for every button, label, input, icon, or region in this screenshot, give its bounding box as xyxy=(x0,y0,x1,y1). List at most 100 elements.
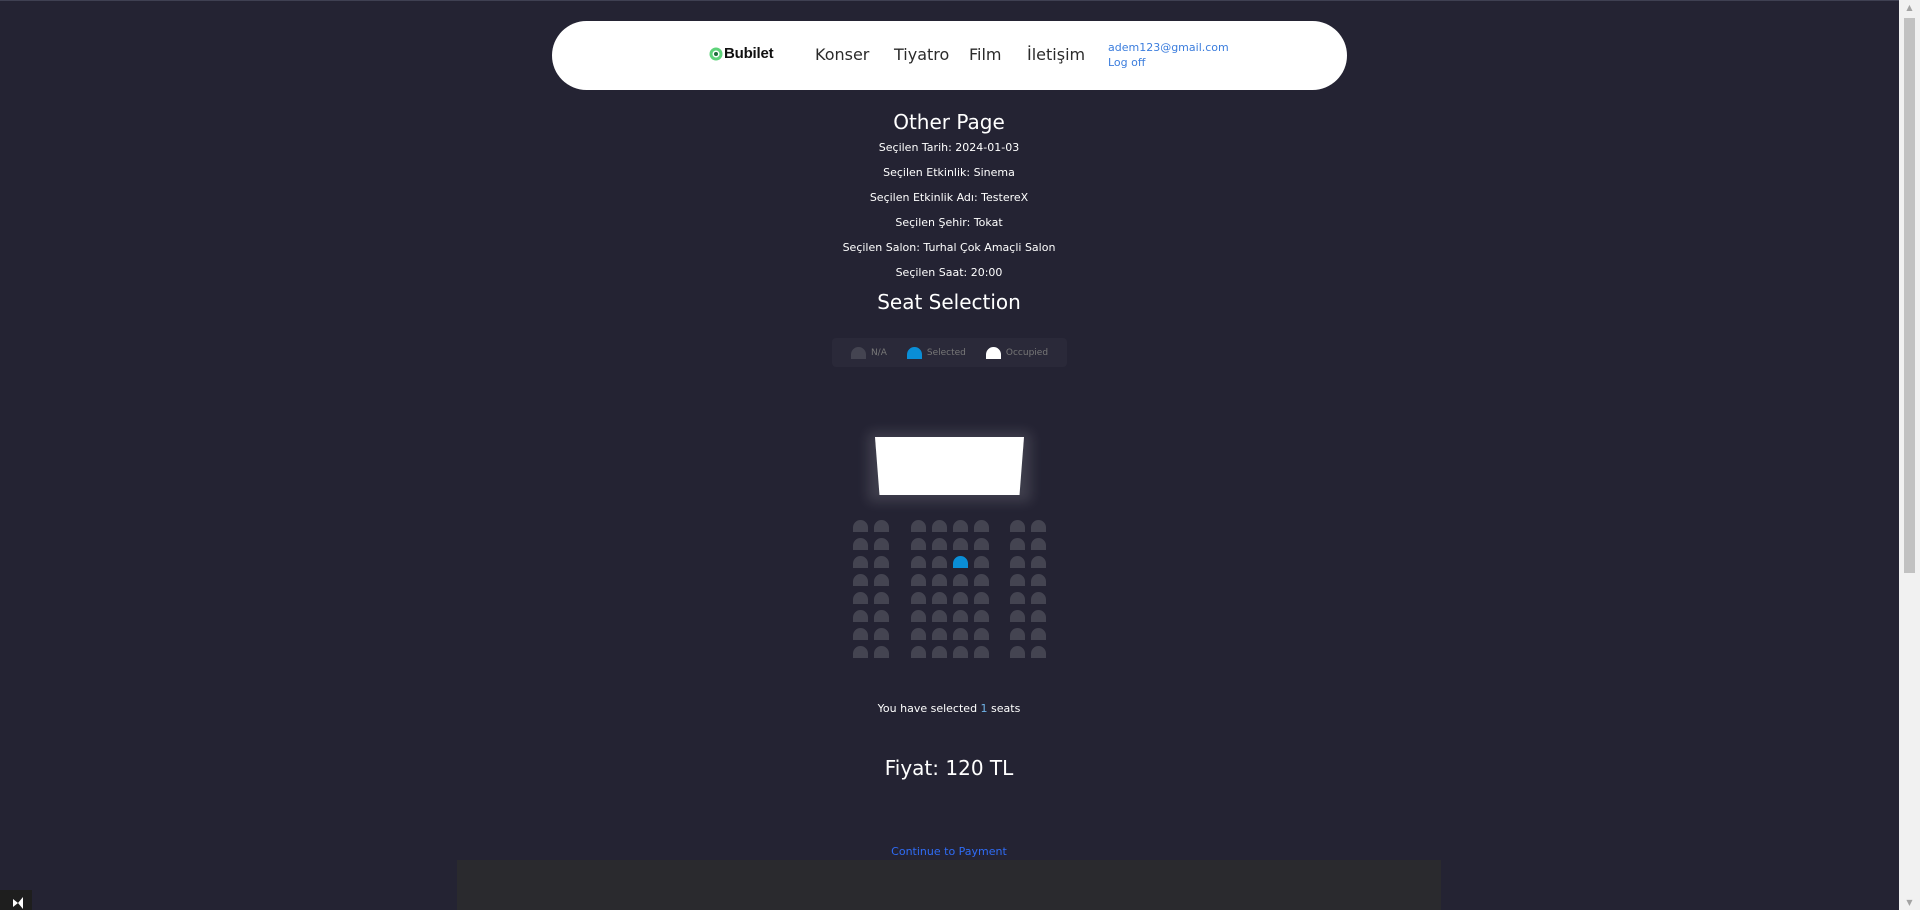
seat-r8-c5[interactable] xyxy=(953,646,968,658)
selected-text-suffix: seats xyxy=(987,702,1021,715)
scrollbar[interactable]: ▲ ▼ xyxy=(1899,0,1920,910)
seat-r1-c4[interactable] xyxy=(932,520,947,532)
seat-r1-c7[interactable] xyxy=(1010,520,1025,532)
scroll-down-arrow-icon[interactable]: ▼ xyxy=(1899,895,1920,910)
seat-occupied-icon xyxy=(985,346,1001,359)
user-email[interactable]: adem123@gmail.com xyxy=(1108,40,1229,55)
seat-na-icon xyxy=(850,346,866,359)
seat-r5-c7[interactable] xyxy=(1010,592,1025,604)
selected-count: 1 xyxy=(980,702,988,715)
seat-legend: N/A Selected Occupied xyxy=(832,338,1067,367)
seat-r4-c5[interactable] xyxy=(953,574,968,586)
seat-r8-c7[interactable] xyxy=(1010,646,1025,658)
seat-r7-c5[interactable] xyxy=(953,628,968,640)
scrollbar-thumb[interactable] xyxy=(1904,18,1915,573)
legend-occupied: Occupied xyxy=(985,346,1049,359)
seat-r4-c4[interactable] xyxy=(932,574,947,586)
seat-r7-c7[interactable] xyxy=(1010,628,1025,640)
seat-r6-c7[interactable] xyxy=(1010,610,1025,622)
seat-r6-c1[interactable] xyxy=(853,610,868,622)
legend-selected-label: Selected xyxy=(926,347,966,358)
nav-link-iletisim[interactable]: İletişim xyxy=(1027,45,1085,64)
seat-r1-c6[interactable] xyxy=(974,520,989,532)
seat-r8-c8[interactable] xyxy=(1031,646,1046,658)
nav-link-konser[interactable]: Konser xyxy=(815,45,869,64)
seat-r4-c8[interactable] xyxy=(1031,574,1046,586)
seat-r6-c8[interactable] xyxy=(1031,610,1046,622)
seat-r8-c6[interactable] xyxy=(974,646,989,658)
seat-r5-c1[interactable] xyxy=(853,592,868,604)
seat-r4-c1[interactable] xyxy=(853,574,868,586)
seat-r7-c2[interactable] xyxy=(874,628,889,640)
seat-r4-c7[interactable] xyxy=(1010,574,1025,586)
seat-r3-c1[interactable] xyxy=(853,556,868,568)
seat-r2-c3[interactable] xyxy=(911,538,926,550)
legend-occupied-label: Occupied xyxy=(1005,347,1049,358)
seat-r5-c3[interactable] xyxy=(911,592,926,604)
seat-r2-c1[interactable] xyxy=(853,538,868,550)
seat-r2-c4[interactable] xyxy=(932,538,947,550)
legend-na: N/A xyxy=(850,346,887,359)
seat-r8-c3[interactable] xyxy=(911,646,926,658)
seat-r3-c7[interactable] xyxy=(1010,556,1025,568)
navbar: Bubilet Konser Tiyatro Film İletişim ade… xyxy=(552,21,1347,90)
seat-r4-c6[interactable] xyxy=(974,574,989,586)
seat-r1-c1[interactable] xyxy=(853,520,868,532)
seat-r5-c6[interactable] xyxy=(974,592,989,604)
seat-r6-c3[interactable] xyxy=(911,610,926,622)
seat-r7-c1[interactable] xyxy=(853,628,868,640)
seat-r7-c8[interactable] xyxy=(1031,628,1046,640)
nav-link-tiyatro[interactable]: Tiyatro xyxy=(894,45,949,64)
seat-r6-c4[interactable] xyxy=(932,610,947,622)
logoff-link[interactable]: Log off xyxy=(1108,55,1229,70)
cinema-screen xyxy=(875,437,1024,495)
seat-selected-icon xyxy=(906,346,922,359)
nav-link-film[interactable]: Film xyxy=(969,45,1002,64)
page-title: Other Page xyxy=(893,110,1005,134)
footer-panel xyxy=(457,860,1441,910)
continue-to-payment-link[interactable]: Continue to Payment xyxy=(0,845,1898,858)
price-label: Fiyat: 120 TL xyxy=(884,756,1014,780)
info-time: Seçilen Saat: 20:00 xyxy=(895,266,1003,279)
seat-r2-c2[interactable] xyxy=(874,538,889,550)
seat-r8-c2[interactable] xyxy=(874,646,889,658)
brand-logo[interactable]: Bubilet xyxy=(708,45,774,62)
seat-r3-c5[interactable] xyxy=(953,556,968,568)
seat-r6-c5[interactable] xyxy=(953,610,968,622)
seat-r3-c6[interactable] xyxy=(974,556,989,568)
seat-r3-c3[interactable] xyxy=(911,556,926,568)
seat-r3-c2[interactable] xyxy=(874,556,889,568)
info-venue: Seçilen Salon: Turhal Çok Amaçli Salon xyxy=(842,241,1056,254)
seat-r7-c4[interactable] xyxy=(932,628,947,640)
seat-r3-c8[interactable] xyxy=(1031,556,1046,568)
seat-r8-c4[interactable] xyxy=(932,646,947,658)
info-event: Seçilen Etkinlik: Sinema xyxy=(883,166,1015,179)
seat-r1-c3[interactable] xyxy=(911,520,926,532)
seat-r6-c6[interactable] xyxy=(974,610,989,622)
scroll-up-arrow-icon[interactable]: ▲ xyxy=(1899,0,1920,15)
seat-r4-c2[interactable] xyxy=(874,574,889,586)
vs-taskbar-icon[interactable] xyxy=(0,890,32,910)
seat-r2-c5[interactable] xyxy=(953,538,968,550)
visual-studio-icon xyxy=(13,897,23,909)
seat-r4-c3[interactable] xyxy=(911,574,926,586)
seat-selection-title: Seat Selection xyxy=(877,290,1021,314)
info-city: Seçilen Şehir: Tokat xyxy=(895,216,1003,229)
seat-r7-c3[interactable] xyxy=(911,628,926,640)
seat-r3-c4[interactable] xyxy=(932,556,947,568)
seat-r2-c8[interactable] xyxy=(1031,538,1046,550)
seat-r6-c2[interactable] xyxy=(874,610,889,622)
info-date: Seçilen Tarih: 2024-01-03 xyxy=(878,141,1020,154)
seat-r2-c6[interactable] xyxy=(974,538,989,550)
user-menu: adem123@gmail.com Log off xyxy=(1108,40,1229,70)
seat-r1-c8[interactable] xyxy=(1031,520,1046,532)
seat-r8-c1[interactable] xyxy=(853,646,868,658)
seat-r7-c6[interactable] xyxy=(974,628,989,640)
seat-r1-c5[interactable] xyxy=(953,520,968,532)
seat-r5-c2[interactable] xyxy=(874,592,889,604)
seat-r5-c5[interactable] xyxy=(953,592,968,604)
seat-r2-c7[interactable] xyxy=(1010,538,1025,550)
seat-r1-c2[interactable] xyxy=(874,520,889,532)
seat-r5-c4[interactable] xyxy=(932,592,947,604)
seat-r5-c8[interactable] xyxy=(1031,592,1046,604)
